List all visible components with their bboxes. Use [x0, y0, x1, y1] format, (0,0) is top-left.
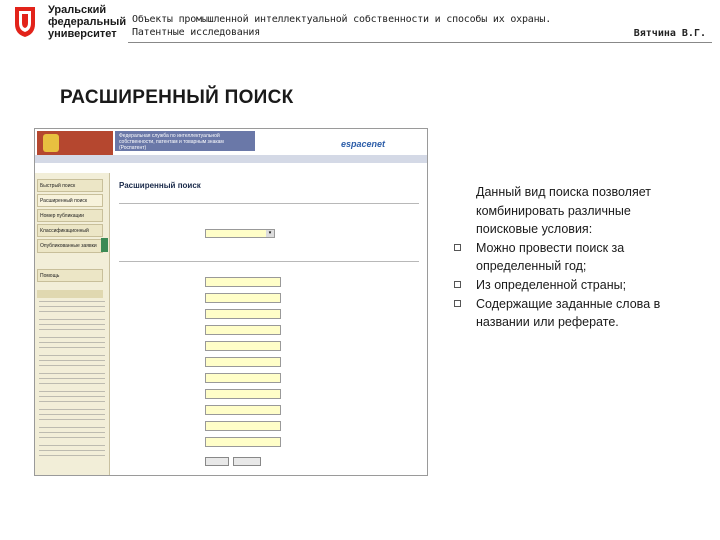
- sidebar-badge: [101, 238, 108, 252]
- university-name-line: университет: [48, 28, 117, 40]
- espacenet-logo: espacenet: [341, 139, 386, 149]
- sidebar-link-list: [39, 301, 105, 315]
- sidebar-item-advanced-search[interactable]: Расширенный поиск: [37, 194, 103, 207]
- sidebar-item-quick-search[interactable]: Быстрый поиск: [37, 179, 103, 192]
- university-name-line: Уральский: [48, 4, 107, 16]
- author-name: Вятчина В.Г.: [633, 28, 706, 39]
- espacenet-screenshot: Федеральная служба по интеллектуальной с…: [34, 128, 428, 476]
- search-field[interactable]: [205, 277, 281, 287]
- search-field[interactable]: [205, 341, 281, 351]
- screenshot-navbar: [35, 155, 427, 163]
- search-field[interactable]: [205, 437, 281, 447]
- bullet-item: Можно провести поиск за определенный год…: [454, 239, 716, 276]
- intro-line: Данный вид поиска позволяет: [476, 185, 651, 199]
- university-logo: Уральский федеральный университет: [8, 4, 128, 42]
- sidebar-item-classification[interactable]: Классификационный поиск: [37, 224, 103, 237]
- course-subtitle-line: Патентные исследования: [132, 27, 261, 38]
- sidebar-link-list: [39, 319, 105, 333]
- intro-line: поисковые условия:: [476, 222, 593, 237]
- intro-line: комбинировать различные: [476, 203, 631, 218]
- course-title-line: Объекты промышленной интеллектуальной со…: [132, 14, 552, 25]
- search-field[interactable]: [205, 389, 281, 399]
- slide-title: РАСШИРЕННЫЙ ПОИСК: [60, 87, 294, 108]
- sidebar-item-help[interactable]: Помощь: [37, 269, 103, 282]
- search-field[interactable]: [205, 325, 281, 335]
- university-name: Уральский федеральный университет: [48, 4, 126, 40]
- bullet-line: Из определенной страны;: [476, 277, 627, 292]
- sidebar-link-list: [39, 391, 105, 405]
- search-field[interactable]: [205, 293, 281, 303]
- bullet-line: определенный год;: [476, 259, 587, 274]
- intro-paragraph: Данный вид поиска позволяет комбинироват…: [454, 183, 716, 239]
- chevron-down-icon: ▾: [266, 230, 274, 237]
- sidebar-link-list: [39, 373, 105, 387]
- university-name-line: федеральный: [48, 16, 127, 28]
- sidebar-link-list: [39, 355, 105, 369]
- database-select[interactable]: ▾: [205, 229, 275, 238]
- course-title: Объекты промышленной интеллектуальной со…: [132, 13, 551, 39]
- header-divider: [128, 42, 712, 43]
- bullet-item: Содержащие заданные слова в названии или…: [454, 295, 716, 332]
- search-heading: Расширенный поиск: [119, 181, 201, 190]
- section-divider: [119, 261, 419, 262]
- bullet-list: Данный вид поиска позволяет комбинироват…: [454, 183, 716, 332]
- sidebar-link-list: [39, 445, 105, 459]
- hollow-square-bullet-icon: [454, 280, 461, 288]
- search-field[interactable]: [205, 309, 281, 319]
- sidebar-info-header: [37, 290, 103, 298]
- search-field[interactable]: [205, 421, 281, 431]
- urfu-shield-icon: [15, 7, 35, 37]
- sidebar-link-list: [39, 409, 105, 423]
- screenshot-sidebar: Быстрый поиск Расширенный поиск Номер пу…: [35, 173, 110, 475]
- search-field[interactable]: [205, 373, 281, 383]
- hollow-square-bullet-icon: [454, 243, 461, 251]
- sidebar-link-list: [39, 427, 105, 441]
- emblem-icon: [43, 134, 59, 152]
- search-button[interactable]: [205, 457, 229, 466]
- sidebar-item-applications[interactable]: Опубликованные заявки: [37, 239, 103, 253]
- bullet-line: названии или реферате.: [476, 315, 619, 330]
- search-field[interactable]: [205, 357, 281, 367]
- section-divider: [119, 203, 419, 204]
- bullet-item: Из определенной страны;: [454, 276, 716, 295]
- screenshot-header: Федеральная служба по интеллектуальной с…: [35, 129, 427, 163]
- search-field[interactable]: [205, 405, 281, 415]
- bullet-line: Можно провести поиск за: [476, 240, 625, 255]
- clear-button[interactable]: [233, 457, 261, 466]
- sidebar-item-number-search[interactable]: Номер публикации: [37, 209, 103, 222]
- sidebar-link-list: [39, 337, 105, 351]
- hollow-square-bullet-icon: [454, 299, 461, 307]
- org-name: Федеральная служба по интеллектуальной с…: [119, 133, 224, 151]
- bullet-line: Содержащие заданные слова в: [476, 296, 661, 311]
- search-form: Расширенный поиск ▾: [113, 173, 425, 475]
